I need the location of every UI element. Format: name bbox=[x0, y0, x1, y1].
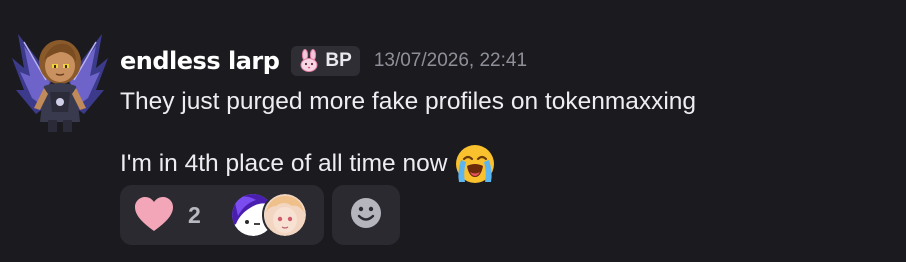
reaction-count: 2 bbox=[188, 201, 201, 228]
user-tag-badge[interactable]: BP bbox=[291, 46, 360, 76]
heart-icon bbox=[134, 197, 174, 233]
loudly-crying-face-icon[interactable] bbox=[453, 142, 497, 186]
reaction-heart[interactable]: 2 bbox=[120, 185, 324, 245]
message-timestamp[interactable]: 13/07/2026, 22:41 bbox=[374, 50, 527, 72]
user-tag-label: BP bbox=[325, 50, 352, 71]
add-reaction-button[interactable] bbox=[332, 185, 400, 245]
message-line: They just purged more fake profiles on t… bbox=[120, 88, 697, 115]
author-avatar[interactable] bbox=[10, 28, 110, 134]
author-name[interactable]: endless larp bbox=[120, 47, 280, 75]
message-line-text: I'm in 4th place of all time now bbox=[120, 150, 448, 177]
message-line: I'm in 4th place of all time now bbox=[120, 142, 497, 186]
reactor-avatar[interactable] bbox=[262, 192, 308, 238]
add-reaction-smiley-icon bbox=[349, 196, 383, 234]
message-header: endless larp BP 13/07/2026, 22:41 bbox=[120, 42, 527, 80]
chat-message: endless larp BP 13/07/2026, 22:41 They j… bbox=[0, 0, 906, 262]
bunny-icon bbox=[297, 49, 321, 73]
